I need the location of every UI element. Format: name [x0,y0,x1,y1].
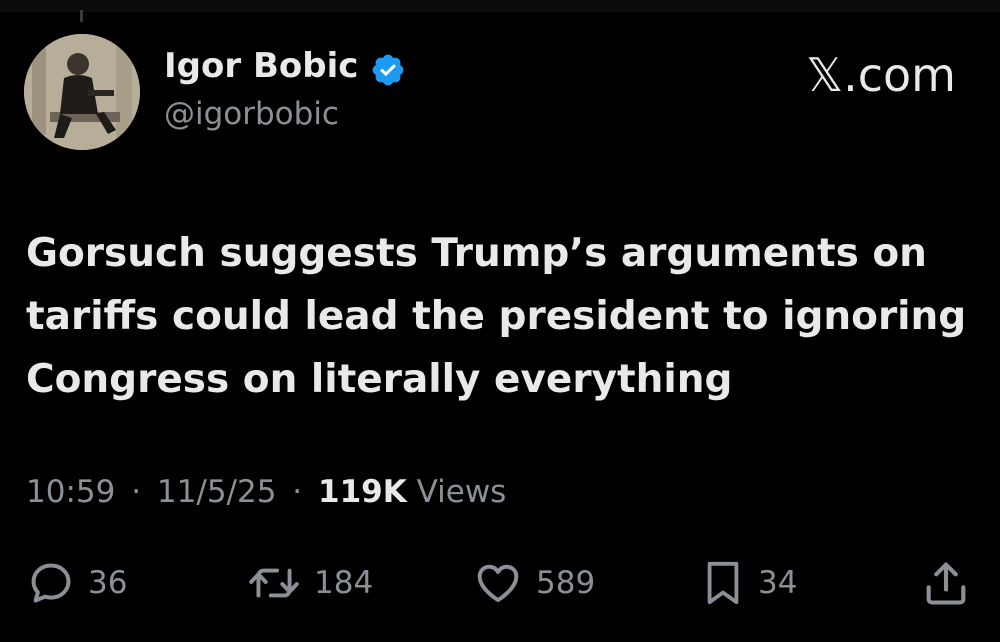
top-tick [80,10,83,22]
tweet-time[interactable]: 10:59 [26,474,115,510]
reply-icon [31,563,71,603]
avatar-photo-icon [24,34,140,150]
like-count: 589 [536,565,596,601]
tweet-date[interactable]: 11/5/25 [157,474,277,510]
share-button[interactable] [920,558,972,608]
verified-badge-icon [372,54,404,86]
tweet-text-line: Gorsuch suggests Trump’s arguments on [26,231,927,276]
views-label: Views [416,474,507,510]
repost-count: 184 [314,565,374,601]
like-button[interactable]: 589 [472,558,595,608]
meta-separator: · [292,474,303,510]
repost-button[interactable]: 184 [246,558,373,608]
reply-count: 36 [88,565,128,601]
reply-button[interactable]: 36 [26,558,127,608]
views-count: 119K [318,474,407,510]
top-strip [0,0,1000,12]
tweet-text-line: tariffs could lead the president to igno… [26,294,967,339]
author-name[interactable]: Igor Bobic [164,46,358,86]
heart-icon [477,564,519,603]
bookmark-icon [707,561,739,605]
avatar[interactable] [24,34,140,150]
tweet-meta: 10:59 · 11/5/25 · 119K Views [26,474,506,510]
bookmark-button[interactable]: 34 [700,558,797,608]
author-handle[interactable]: @igorbobic [164,96,339,132]
bookmark-count: 34 [758,565,798,601]
share-icon [926,562,966,605]
meta-separator: · [131,474,142,510]
tweet-text: Gorsuch suggests Trump’s arguments on ta… [26,222,976,411]
repost-icon [249,568,299,598]
site-label: 𝕏.com [806,48,956,102]
tweet-text-line: Congress on literally everything [26,357,733,402]
